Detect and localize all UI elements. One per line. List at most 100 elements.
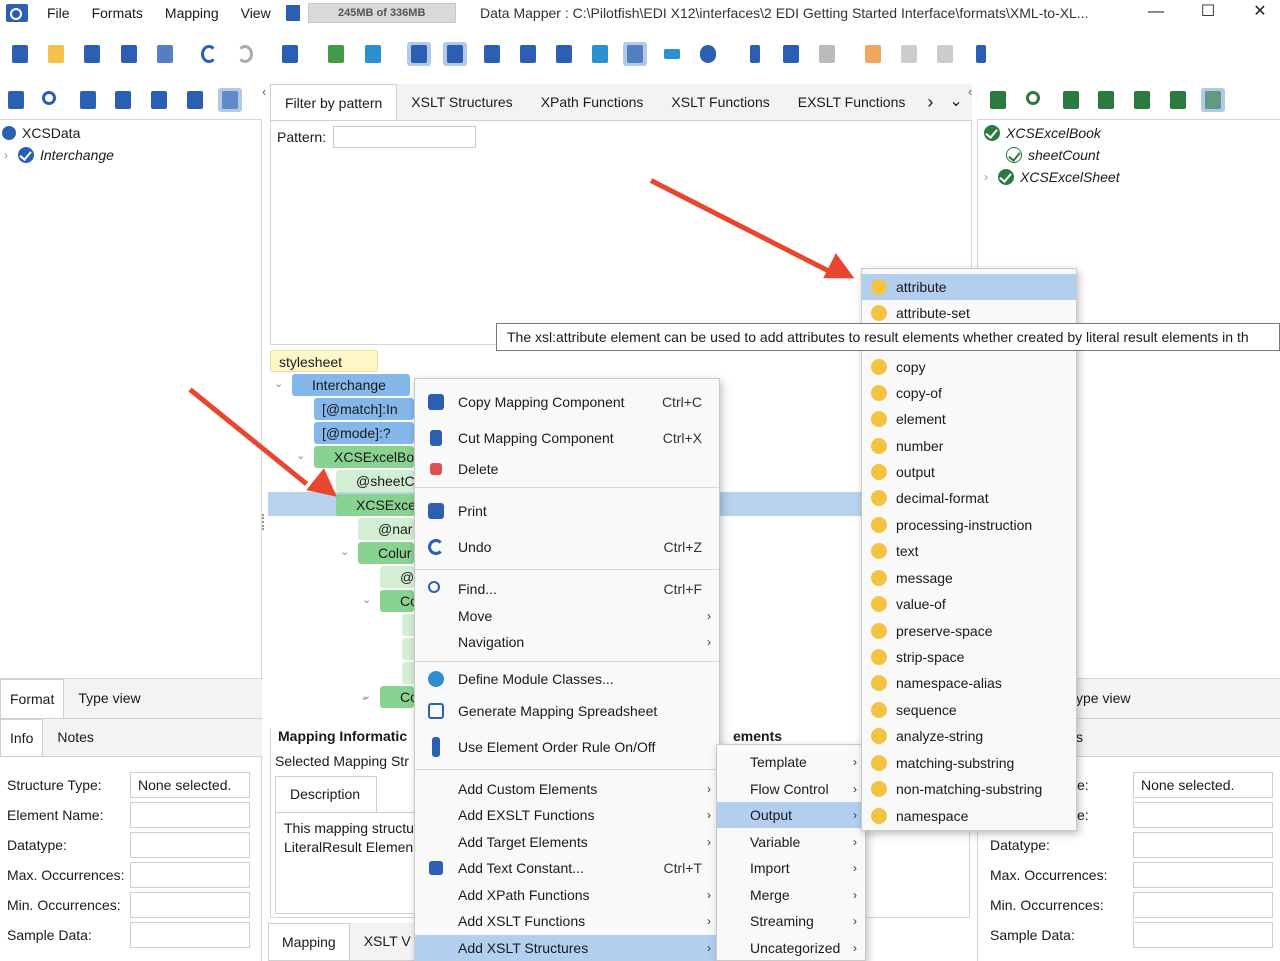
- report-icon[interactable]: [1094, 88, 1118, 112]
- menu-item-copy[interactable]: Copy Mapping Component Ctrl+C: [415, 389, 719, 415]
- tree-view-icon[interactable]: [1201, 88, 1225, 112]
- clipboard-icon[interactable]: [76, 88, 100, 112]
- mapping-node-column[interactable]: Colur: [358, 542, 414, 564]
- output-item-namespace[interactable]: namespace: [862, 803, 1076, 829]
- menu-item-add-xpath-functions[interactable]: Add XPath Functions ›: [415, 882, 719, 908]
- mapping-node-cell[interactable]: Co: [380, 590, 414, 612]
- submenu-item-output[interactable]: Output ›: [717, 802, 865, 828]
- maximize-button[interactable]: ☐: [1185, 0, 1231, 26]
- chevron-down-icon[interactable]: ⌄: [274, 377, 283, 390]
- tab-exslt-functions[interactable]: EXSLT Functions: [784, 84, 920, 120]
- find-icon[interactable]: [1130, 88, 1154, 112]
- menu-item-element-order-rule[interactable]: Use Element Order Rule On/Off: [415, 734, 719, 760]
- tab-xslt-structures[interactable]: XSLT Structures: [397, 84, 526, 120]
- menu-item-define-module-classes[interactable]: Define Module Classes...: [415, 666, 719, 692]
- save-icon[interactable]: [80, 42, 104, 66]
- submenu-item-streaming[interactable]: Streaming ›: [717, 908, 865, 934]
- submenu-item-import[interactable]: Import ›: [717, 855, 865, 881]
- mapping-node-column-attr[interactable]: @: [380, 566, 414, 588]
- output-item-copy-of[interactable]: copy-of: [862, 380, 1076, 406]
- sample-data-field[interactable]: [130, 922, 250, 948]
- menu-item-move[interactable]: Move ›: [415, 603, 719, 629]
- sample-data-field-right[interactable]: [1133, 922, 1273, 948]
- menu-item-add-text-constant[interactable]: Add Text Constant... Ctrl+T: [415, 855, 719, 881]
- mapping-node-xcsexcelsheet[interactable]: XCSExcel: [336, 494, 414, 516]
- clipboard-icon[interactable]: [1059, 88, 1083, 112]
- trash-icon[interactable]: [285, 5, 300, 21]
- menu-formats[interactable]: Formats: [81, 0, 154, 26]
- collapse-left-icon[interactable]: ‹: [262, 84, 266, 99]
- document-icon[interactable]: [986, 88, 1010, 112]
- redo-icon[interactable]: [233, 42, 257, 66]
- menu-item-undo[interactable]: Undo Ctrl+Z: [415, 534, 719, 560]
- memory-indicator[interactable]: 245MB of 336MB: [307, 3, 456, 23]
- move-down-icon[interactable]: [933, 42, 957, 66]
- output-item-attribute[interactable]: attribute: [862, 274, 1076, 300]
- datatype-field[interactable]: [130, 832, 250, 858]
- menu-item-add-xslt-structures[interactable]: Add XSLT Structures ›: [415, 935, 719, 961]
- collapse-right-icon[interactable]: ‹: [968, 84, 972, 99]
- tree-node-xcsexcelbook[interactable]: XCSExcelBook: [984, 125, 1101, 141]
- mapper-icon[interactable]: [278, 42, 302, 66]
- chevron-down-icon[interactable]: ⌄: [362, 593, 371, 606]
- mapping-node-mode[interactable]: [@mode]:?: [314, 422, 414, 444]
- output-item-analyze-string[interactable]: analyze-string: [862, 723, 1076, 749]
- tab-xpath-functions[interactable]: XPath Functions: [527, 84, 658, 120]
- chart-icon[interactable]: [480, 42, 504, 66]
- tree-node-xcsexcelsheet[interactable]: › XCSExcelSheet: [984, 169, 1120, 185]
- save-as-icon[interactable]: [117, 42, 141, 66]
- mapping-node-stylesheet[interactable]: stylesheet: [270, 350, 378, 372]
- minimize-button[interactable]: —: [1133, 0, 1179, 26]
- element-name-field-right[interactable]: [1133, 802, 1273, 828]
- settings-icon[interactable]: [183, 88, 207, 112]
- mapping-node-sheetcount[interactable]: @sheetC: [336, 470, 414, 492]
- paste-icon[interactable]: [815, 42, 839, 66]
- mapping-node-cell-2[interactable]: Co: [380, 686, 414, 708]
- menu-item-generate-spreadsheet[interactable]: Generate Mapping Spreadsheet: [415, 698, 719, 724]
- menu-item-print[interactable]: Print: [415, 498, 719, 524]
- mapping-node-match[interactable]: [@match]:In: [314, 398, 414, 420]
- output-item-output[interactable]: output: [862, 459, 1076, 485]
- find-icon[interactable]: [147, 88, 171, 112]
- save-xml-icon[interactable]: [552, 42, 576, 66]
- max-occurrences-field-right[interactable]: [1133, 862, 1273, 888]
- max-occurrences-field[interactable]: [130, 862, 250, 888]
- menu-item-delete[interactable]: Delete: [415, 456, 719, 482]
- min-occurrences-field-right[interactable]: [1133, 892, 1273, 918]
- datatype-field-right[interactable]: [1133, 832, 1273, 858]
- mapping-node-name[interactable]: @nar: [358, 518, 414, 540]
- mapping-node-xcsexcelbook[interactable]: XCSExcelBoo: [314, 446, 414, 468]
- splitter-handle[interactable]: [262, 514, 266, 530]
- move-up-icon[interactable]: [897, 42, 921, 66]
- search-icon[interactable]: [1022, 88, 1046, 112]
- chevron-right-icon[interactable]: ›: [4, 148, 8, 162]
- document-icon[interactable]: [4, 88, 28, 112]
- submenu-item-flow-control[interactable]: Flow Control ›: [717, 776, 865, 802]
- tab-notes[interactable]: Notes: [43, 719, 108, 756]
- output-item-namespace-alias[interactable]: namespace-alias: [862, 670, 1076, 696]
- copy-icon[interactable]: [779, 42, 803, 66]
- mapping-node-interchange[interactable]: Interchange: [292, 374, 410, 396]
- menu-item-navigation[interactable]: Navigation ›: [415, 629, 719, 655]
- report-icon[interactable]: [111, 88, 135, 112]
- tab-description[interactable]: Description: [275, 776, 377, 812]
- undo-icon[interactable]: [197, 42, 221, 66]
- close-button[interactable]: ✕: [1237, 0, 1280, 26]
- tab-info[interactable]: Info: [0, 719, 44, 756]
- module-icon[interactable]: [361, 42, 385, 66]
- output-item-sequence[interactable]: sequence: [862, 697, 1076, 723]
- chevron-down-icon[interactable]: ⌄: [340, 545, 349, 558]
- search-icon[interactable]: [38, 88, 62, 112]
- align-icon[interactable]: [660, 42, 684, 66]
- min-occurrences-field[interactable]: [130, 892, 250, 918]
- tab-mapping[interactable]: Mapping: [268, 923, 350, 960]
- submenu-item-template[interactable]: Template ›: [717, 749, 865, 775]
- chevron-down-icon[interactable]: ⌄: [360, 690, 369, 703]
- windows-icon[interactable]: [588, 42, 612, 66]
- chevron-right-icon[interactable]: ›: [984, 170, 988, 184]
- link-icon[interactable]: [324, 42, 348, 66]
- menu-mapping[interactable]: Mapping: [154, 0, 230, 26]
- tab-type-view-right[interactable]: ype view: [1076, 690, 1130, 706]
- element-name-field[interactable]: [130, 802, 250, 828]
- xml-file-icon[interactable]: [516, 42, 540, 66]
